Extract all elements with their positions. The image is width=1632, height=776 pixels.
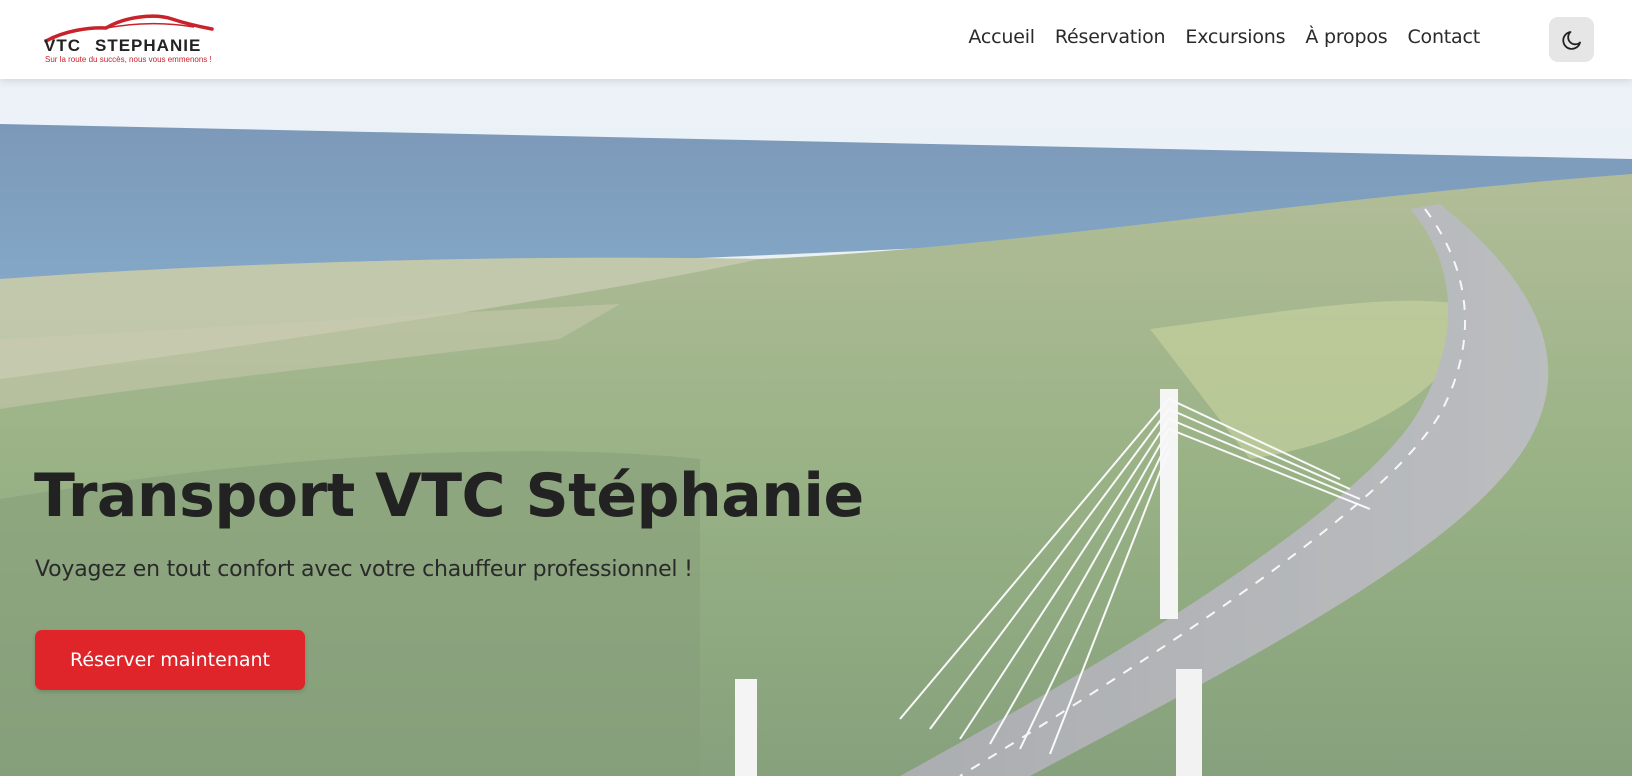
nav-link-excursions[interactable]: Excursions [1185,26,1285,48]
nav-link-reservation[interactable]: Réservation [1055,26,1166,48]
nav-link-contact[interactable]: Contact [1407,26,1480,48]
site-logo[interactable]: VTC STEPHANIE Sur la route du succès, nou… [44,11,234,67]
moon-icon [1561,30,1581,50]
hero-section: Transport VTC Stéphanie Voyagez en tout … [0,79,1632,776]
theme-toggle-button[interactable] [1549,17,1594,62]
main-nav: Accueil Réservation Excursions À propos … [968,26,1480,48]
hero-subtitle: Voyagez en tout confort avec votre chauf… [35,557,693,582]
logo-text: VTC STEPHANIE [44,36,201,56]
navbar: VTC STEPHANIE Sur la route du succès, nou… [0,0,1632,79]
logo-tagline: Sur la route du succès, nous vous emmeno… [45,55,212,64]
nav-link-accueil[interactable]: Accueil [968,26,1035,48]
logo-text-right: STEPHANIE [95,36,202,55]
reserve-now-button[interactable]: Réserver maintenant [35,630,305,690]
nav-link-a-propos[interactable]: À propos [1305,26,1387,48]
logo-text-left: VTC [44,36,81,55]
hero-title: Transport VTC Stéphanie [34,461,864,531]
